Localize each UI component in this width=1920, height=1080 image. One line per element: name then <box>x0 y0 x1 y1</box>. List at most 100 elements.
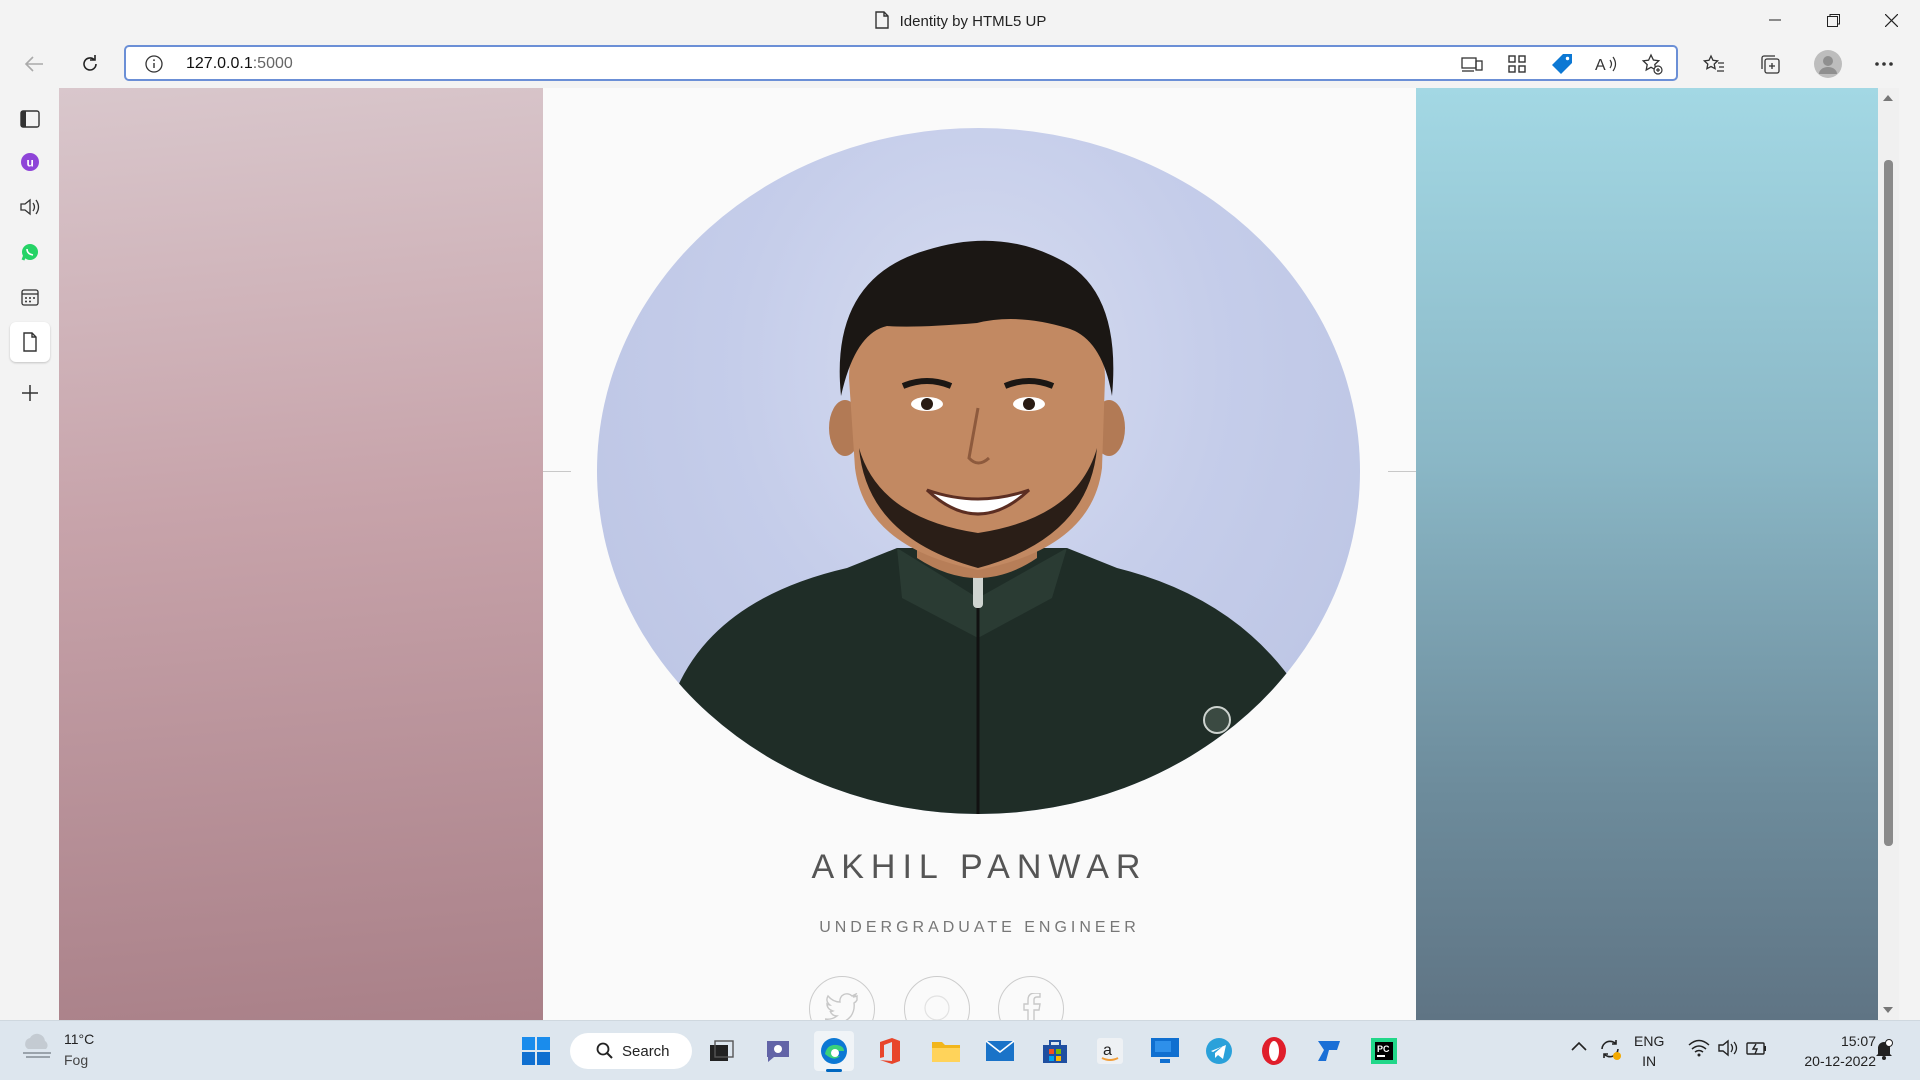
taskbar-store[interactable] <box>1035 1031 1075 1071</box>
facebook-link[interactable] <box>998 976 1064 1020</box>
favorites-button[interactable] <box>1696 46 1732 82</box>
document-icon <box>23 332 37 352</box>
amazon-icon: a <box>1097 1038 1123 1064</box>
taskbar-teams[interactable] <box>758 1031 798 1071</box>
twitter-link[interactable] <box>809 976 875 1020</box>
tray-wifi[interactable] <box>1688 1039 1710 1062</box>
calendar-icon <box>21 289 39 306</box>
start-button[interactable] <box>516 1031 556 1071</box>
sidebar-tab-actions[interactable] <box>10 99 50 139</box>
taskbar-mail[interactable] <box>980 1031 1020 1071</box>
address-bar[interactable]: 127.0.0.1:5000 A <box>124 45 1678 81</box>
sidebar-item-page[interactable] <box>10 322 50 362</box>
back-arrow-icon <box>24 56 43 72</box>
volume-icon <box>1718 1039 1738 1057</box>
tray-volume[interactable] <box>1718 1039 1738 1062</box>
svg-text:a: a <box>1103 1042 1112 1059</box>
site-info-icon[interactable] <box>144 54 164 79</box>
window-title: Identity by HTML5 UP <box>899 13 1047 30</box>
taskbar-clock[interactable]: 15:07 20-12-2022 <box>1804 1031 1876 1071</box>
windows-logo-icon <box>522 1037 550 1065</box>
svg-text:A: A <box>1595 57 1606 74</box>
teams-chat-icon <box>767 1041 789 1062</box>
pycharm-icon: PC <box>1371 1038 1397 1064</box>
github-link[interactable] <box>904 976 970 1020</box>
taskbar-app[interactable] <box>1309 1031 1349 1071</box>
app-available-icon[interactable] <box>1460 53 1484 75</box>
restore-button[interactable] <box>1804 0 1862 40</box>
card-left-dash <box>543 471 571 472</box>
notification-bell-icon <box>1876 1039 1893 1060</box>
lang-code: ENG <box>1634 1033 1665 1049</box>
taskbar-file-explorer[interactable] <box>926 1031 966 1071</box>
taskbar-edge[interactable] <box>814 1031 854 1072</box>
show-hidden-icons[interactable] <box>1570 1039 1588 1057</box>
tray-battery[interactable] <box>1746 1039 1768 1062</box>
settings-more-button[interactable] <box>1866 46 1902 82</box>
portrait-illustration <box>597 240 1360 814</box>
scroll-down-arrow[interactable] <box>1883 1007 1893 1013</box>
edge-sidebar: u <box>0 88 59 1020</box>
sync-icon <box>1601 1040 1621 1060</box>
taskbar-search[interactable]: Search <box>570 1033 692 1069</box>
profile-button[interactable] <box>1810 46 1846 82</box>
web-content: AKHIL PANWAR UNDERGRADUATE ENGINEER <box>59 88 1899 1020</box>
close-button[interactable] <box>1862 0 1920 40</box>
minimize-icon <box>1769 19 1781 21</box>
profile-role: UNDERGRADUATE ENGINEER <box>819 919 1140 936</box>
refresh-button[interactable] <box>72 46 108 82</box>
sidebar-item-calendar[interactable] <box>10 277 50 317</box>
search-icon <box>596 1042 613 1059</box>
wifi-icon <box>1688 1039 1710 1057</box>
profile-photo <box>597 128 1360 814</box>
facebook-icon <box>1023 993 1041 1020</box>
back-button[interactable] <box>16 46 52 82</box>
clock-time: 15:07 <box>1840 1033 1876 1049</box>
shopping-tag-icon[interactable] <box>1550 53 1574 75</box>
page-scrollbar[interactable] <box>1878 88 1899 1020</box>
url-host: 127.0.0.1 <box>186 55 253 72</box>
tray-sync[interactable] <box>1598 1037 1622 1066</box>
taskbar-office[interactable] <box>870 1031 910 1071</box>
add-favorite-icon[interactable] <box>1640 53 1664 75</box>
speaker-icon <box>20 198 40 216</box>
search-label: Search <box>622 1042 670 1060</box>
read-aloud-icon[interactable]: A <box>1595 53 1619 75</box>
page-document-icon <box>874 11 889 29</box>
task-view-icon <box>710 1040 734 1061</box>
sidebar-add-button[interactable] <box>10 373 50 413</box>
sidebar-item-audio[interactable] <box>10 187 50 227</box>
qr-code-icon[interactable] <box>1505 53 1529 75</box>
profile-card: AKHIL PANWAR UNDERGRADUATE ENGINEER <box>543 88 1416 1020</box>
remote-desktop-icon <box>1151 1038 1179 1063</box>
windows-taskbar: 11°C Fog Search a PC ENG IN 15:07 20-12-… <box>0 1020 1920 1080</box>
svg-text:u: u <box>27 156 34 170</box>
taskbar-remote-desktop[interactable] <box>1145 1031 1185 1071</box>
notification-center[interactable] <box>1874 1038 1894 1065</box>
profile-avatar-icon <box>1814 50 1842 78</box>
close-icon <box>1884 13 1898 27</box>
svg-text:PC: PC <box>1377 1044 1390 1054</box>
scroll-up-arrow[interactable] <box>1883 95 1893 101</box>
weather-widget[interactable]: 11°C Fog <box>20 1031 94 1068</box>
taskbar-task-view[interactable] <box>702 1031 742 1071</box>
edge-browser-icon <box>821 1038 847 1064</box>
collections-button[interactable] <box>1752 46 1788 82</box>
taskbar-opera[interactable] <box>1254 1031 1294 1071</box>
taskbar-telegram[interactable] <box>1199 1031 1239 1071</box>
more-dots-icon <box>1875 62 1893 66</box>
background-right-gradient <box>1416 88 1899 1020</box>
window-titlebar: Identity by HTML5 UP <box>0 0 1920 40</box>
taskbar-amazon[interactable]: a <box>1090 1031 1130 1071</box>
office-icon <box>880 1038 900 1064</box>
url-text[interactable]: 127.0.0.1:5000 <box>186 55 293 73</box>
input-language[interactable]: ENG IN <box>1634 1031 1664 1071</box>
restore-icon <box>1826 13 1840 27</box>
taskbar-pycharm[interactable]: PC <box>1364 1031 1404 1071</box>
sidebar-item-extension[interactable]: u <box>10 142 50 182</box>
clock-date: 20-12-2022 <box>1804 1053 1876 1069</box>
minimize-button[interactable] <box>1746 0 1804 40</box>
sidebar-item-whatsapp[interactable] <box>10 232 50 272</box>
twitter-icon <box>825 993 858 1020</box>
scrollbar-thumb[interactable] <box>1884 160 1893 846</box>
